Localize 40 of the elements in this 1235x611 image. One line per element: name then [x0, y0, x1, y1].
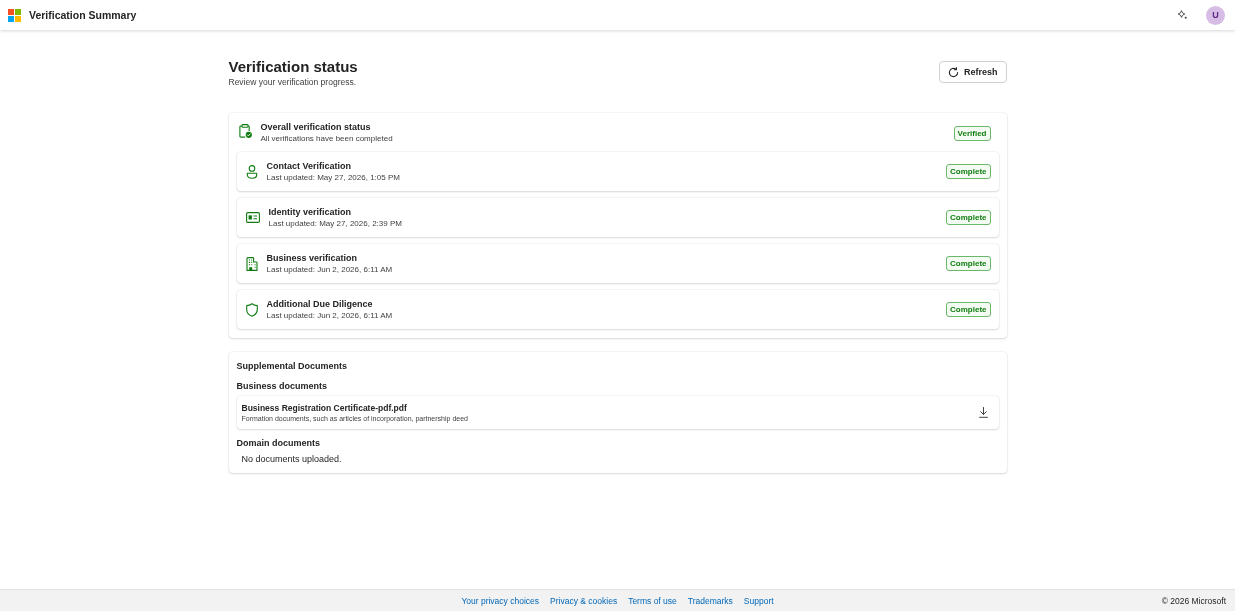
last-updated-text: Last updated: May 27, 2026, 1:05 PM [266, 171, 400, 184]
logo-icon [8, 8, 21, 22]
download-icon[interactable] [978, 407, 988, 418]
copyright-text: © 2026 Microsoft [1161, 595, 1226, 606]
footer-link[interactable]: Support [743, 595, 774, 606]
footer-link[interactable]: Privacy & cookies [550, 595, 618, 606]
status-badge: Verified [953, 126, 991, 141]
status-badge: Complete [946, 302, 991, 317]
shield-icon [245, 302, 258, 317]
section-title: Supplemental Documents [236, 360, 348, 372]
empty-text: No documents uploaded. [241, 453, 342, 465]
building-icon [245, 256, 258, 271]
footer-link[interactable]: Trademarks [687, 595, 733, 606]
last-updated-text: Last updated: Jun 2, 2026, 6:11 AM [266, 309, 393, 322]
page-title: Verification status [228, 57, 358, 77]
overall-subtitle: All verifications have been completed [260, 133, 393, 145]
avatar[interactable]: U [1206, 5, 1225, 25]
app-title: Verification Summary [29, 9, 137, 21]
status-badge: Complete [946, 210, 991, 225]
footer-link[interactable]: Your privacy choices [461, 595, 540, 606]
footer-link[interactable]: Terms of use [628, 595, 677, 606]
subsection-title: Domain documents [236, 437, 320, 449]
clipboard-check-icon [238, 124, 252, 138]
verification-title: Business verification [266, 251, 358, 264]
verification-title: Identity verification [268, 205, 352, 218]
subsection-title: Business documents [236, 380, 328, 392]
page-subtitle: Review your verification progress. [228, 77, 357, 88]
sparkle-icon[interactable] [1178, 10, 1188, 20]
status-badge: Complete [946, 256, 991, 271]
last-updated-text: Last updated: Jun 2, 2026, 6:11 AM [266, 263, 393, 276]
id-card-icon [245, 212, 260, 223]
verification-title: Contact Verification [266, 159, 351, 172]
verification-title: Additional Due Diligence [266, 297, 373, 310]
person-icon [245, 164, 258, 179]
document-name: Business Registration Certificate-pdf.pdf [241, 401, 407, 414]
status-badge: Complete [946, 164, 991, 179]
last-updated-text: Last updated: May 27, 2026, 2:39 PM [268, 217, 402, 230]
refresh-button[interactable]: Refresh [939, 61, 1007, 83]
overall-title: Overall verification status [260, 121, 371, 133]
refresh-icon [948, 66, 959, 78]
